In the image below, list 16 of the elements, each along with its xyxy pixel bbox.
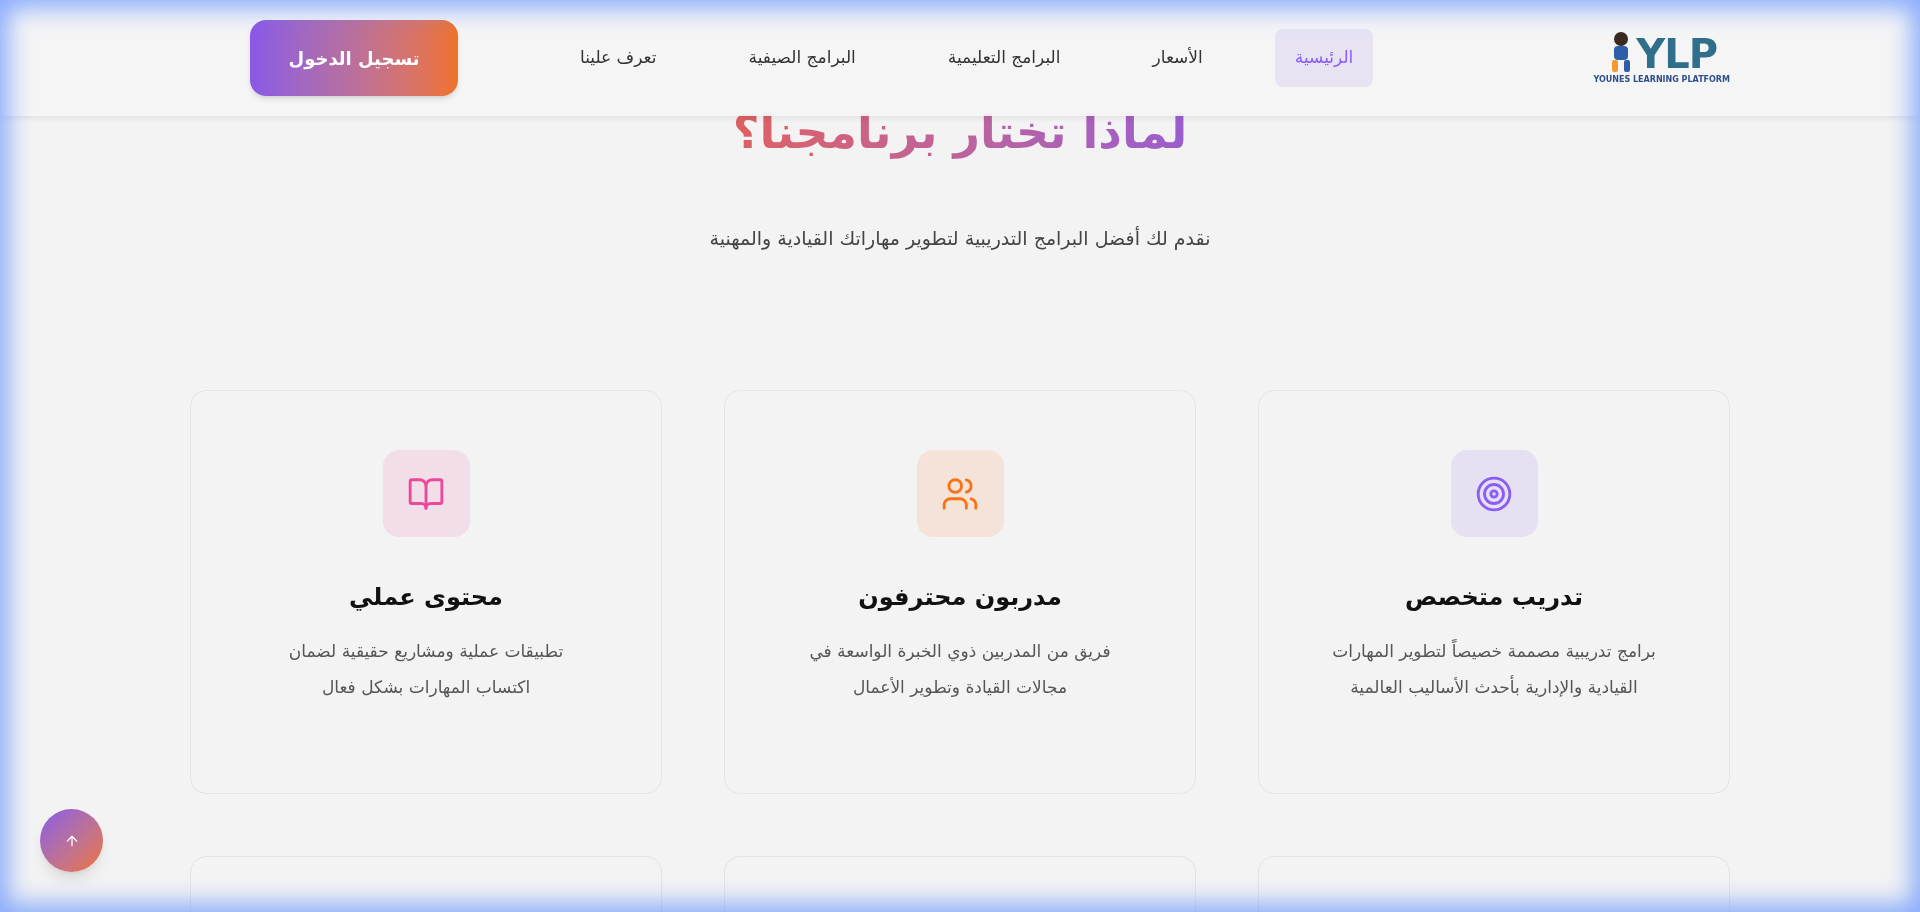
scroll-top-button[interactable] (40, 809, 103, 872)
nav-link[interactable]: البرامج التعليمية (927, 29, 1081, 87)
nav-link[interactable]: الأسعار (1132, 29, 1223, 87)
nav-link[interactable]: البرامج الصيفية (728, 29, 876, 87)
section-subtitle: نقدم لك أفضل البرامج التدريبية لتطوير مهاراتك القيادية والمهنية (709, 225, 1211, 252)
logo[interactable]: YLP YOUNES LEARNING PLATFORM (1593, 30, 1730, 86)
card-title: مدربون محترفون (858, 582, 1062, 613)
card-title: محتوى عملي (349, 582, 503, 613)
login-button[interactable]: تسجيل الدخول (250, 20, 458, 96)
card-title: تدريب متخصص (1405, 582, 1583, 613)
logo-text: YLP (1636, 34, 1718, 74)
card-text: برامج تدريبية مصممة خصيصاً لتطوير المهارات القيادية والإدارية بأحدث الأساليب العالمية (1331, 638, 1657, 699)
card-text: تطبيقات عملية ومشاريع حقيقية لضمان اكتساب المهارات بشكل فعال (287, 640, 565, 700)
card-text: فريق من المدربين ذوي الخبرة الواسعة في مجالات القيادة وتطوير الأعمال (808, 640, 1112, 699)
logo-tagline: YOUNES LEARNING PLATFORM (1593, 74, 1730, 86)
nav-link[interactable]: تعرف علينا (560, 29, 677, 87)
